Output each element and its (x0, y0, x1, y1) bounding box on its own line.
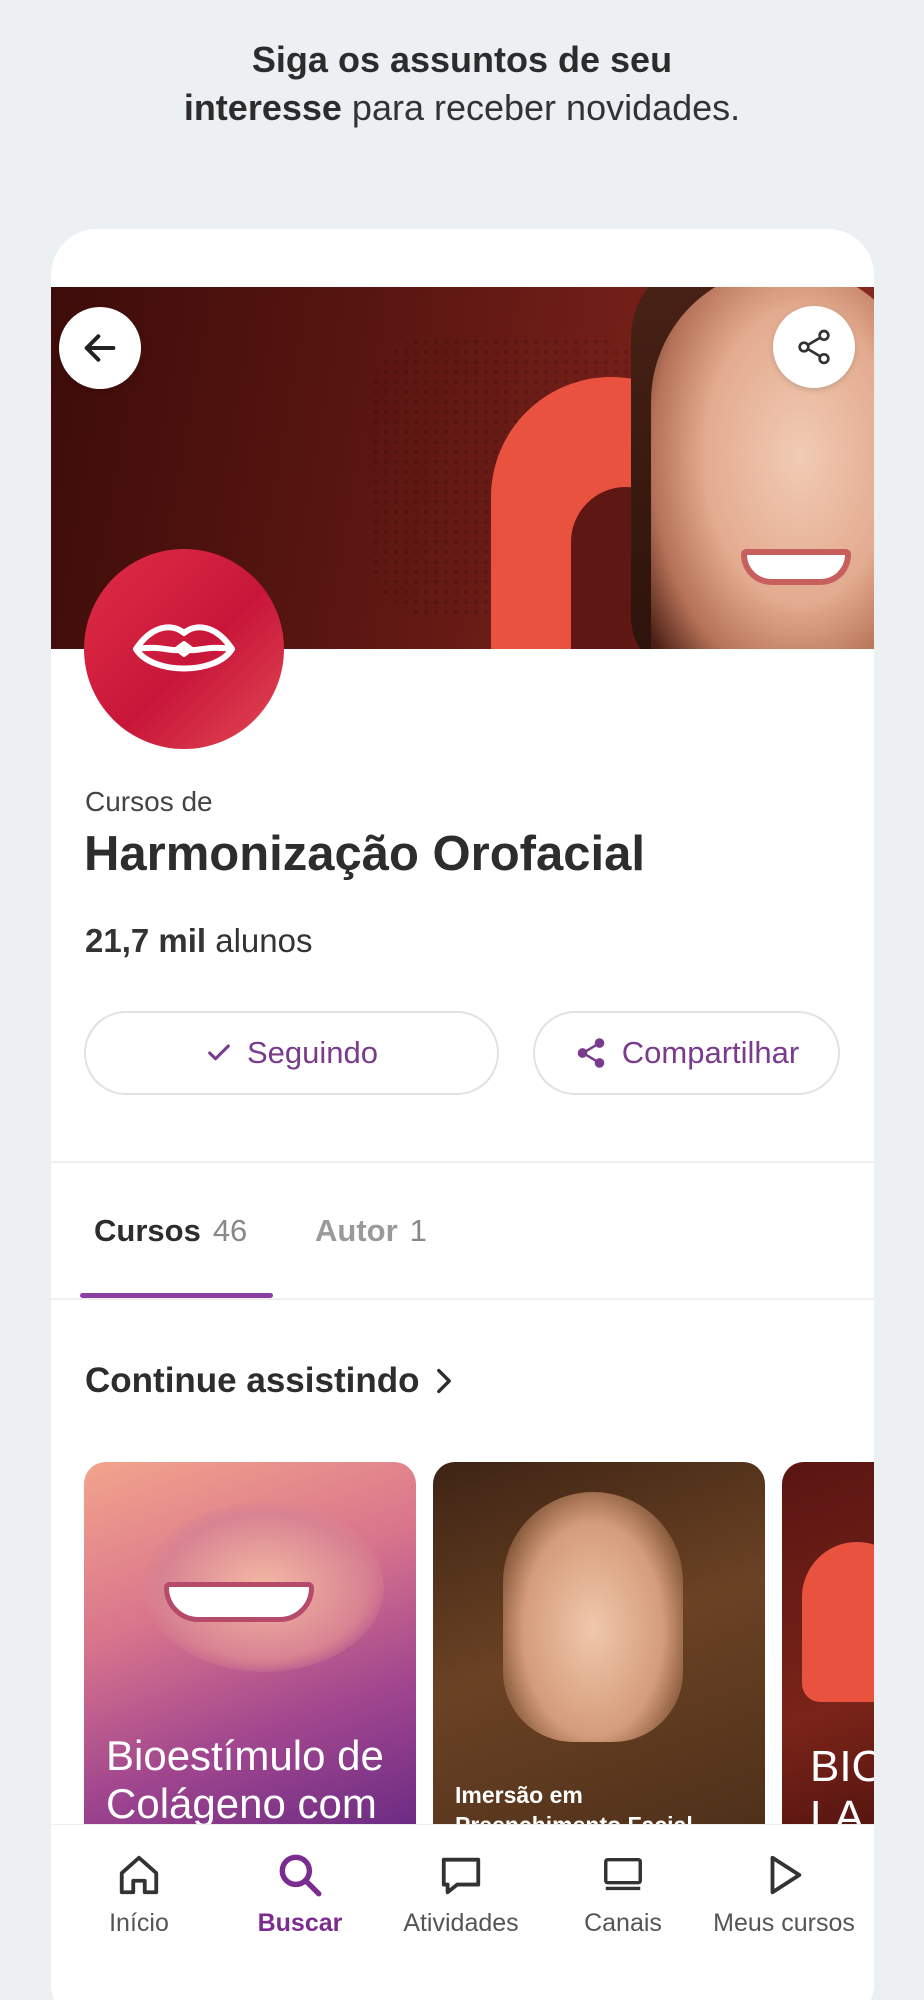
card-title-line2: Colágeno com (106, 1780, 377, 1827)
topic-avatar (84, 549, 284, 749)
nav-label: Buscar (257, 1909, 343, 1937)
promo-line2-bold: interesse (183, 87, 342, 128)
nav-label: Atividades (403, 1909, 519, 1937)
nav-label: Canais (584, 1909, 662, 1937)
chevron-right-icon (437, 1368, 452, 1394)
nav-item-channels[interactable]: Canais (543, 1847, 703, 1938)
chat-icon (441, 1857, 481, 1895)
share-label: Compartilhar (621, 1035, 800, 1070)
nav-item-search[interactable]: Buscar (220, 1847, 380, 1938)
topic-title: Harmonização Orofacial (84, 827, 645, 881)
nav-item-home[interactable]: Início (59, 1847, 219, 1938)
banner-photo-smile (741, 549, 851, 585)
students-number: 21,7 mil (85, 922, 207, 959)
back-button[interactable] (59, 307, 141, 389)
following-button[interactable]: Seguindo (84, 1011, 499, 1095)
bottom-navigation: Início Buscar Atividades Canais Meus cur… (51, 1824, 874, 2000)
promo-line1: Siga os assuntos de seu (251, 39, 673, 80)
nav-item-my-courses[interactable]: Meus cursos (704, 1847, 864, 1938)
divider (51, 1161, 874, 1163)
share-top-button[interactable] (773, 306, 855, 388)
promo-line2-rest: para receber novidades. (341, 87, 741, 128)
phone-screen: Cursos de Harmonização Orofacial 21,7 mi… (51, 229, 874, 2000)
continue-watching-link[interactable]: Continue assistindo (85, 1361, 455, 1401)
share-button[interactable]: Compartilhar (533, 1011, 840, 1095)
card-title-line1: Imersão em (455, 1782, 583, 1808)
promo-text: Siga os assuntos de seu interesse para r… (0, 36, 924, 132)
course-card[interactable]: Bioestímulo de Colágeno com (84, 1462, 416, 1862)
section-title: Continue assistindo (85, 1361, 420, 1400)
card-image-smile (164, 1582, 314, 1622)
students-count: 21,7 mil alunos (85, 922, 313, 960)
nav-label: Início (109, 1909, 169, 1937)
share-icon (798, 329, 830, 365)
card-title: Bioestímulo de Colágeno com (106, 1732, 384, 1828)
tab-author[interactable]: Autor 1 (315, 1213, 427, 1249)
tab-author-label: Autor (315, 1213, 398, 1248)
lips-icon (133, 624, 235, 672)
course-card[interactable]: BIO LA (782, 1462, 874, 1862)
card-image (802, 1542, 874, 1702)
tab-courses-count: 46 (212, 1213, 248, 1248)
check-icon (208, 1044, 230, 1061)
arrow-left-icon (84, 334, 116, 362)
students-label: alunos (206, 922, 313, 959)
home-icon (119, 1855, 159, 1895)
nav-item-activities[interactable]: Atividades (381, 1847, 541, 1938)
divider (51, 1298, 874, 1300)
search-icon (279, 1854, 322, 1897)
tab-author-count: 1 (409, 1213, 427, 1248)
card-title-line1: BIO (810, 1742, 874, 1791)
course-card[interactable]: Imersão em Preenchimento Facial (433, 1462, 765, 1862)
tab-courses[interactable]: Cursos 46 (94, 1213, 247, 1249)
topic-subtitle: Cursos de (85, 786, 213, 817)
play-icon (770, 1855, 802, 1895)
following-label: Seguindo (246, 1035, 378, 1070)
nav-label: Meus cursos (713, 1909, 855, 1937)
share-icon (577, 1038, 605, 1068)
monitor-icon (604, 1857, 642, 1891)
tab-courses-label: Cursos (94, 1213, 201, 1248)
card-title-line1: Bioestímulo de (106, 1732, 384, 1779)
card-image (503, 1492, 683, 1742)
